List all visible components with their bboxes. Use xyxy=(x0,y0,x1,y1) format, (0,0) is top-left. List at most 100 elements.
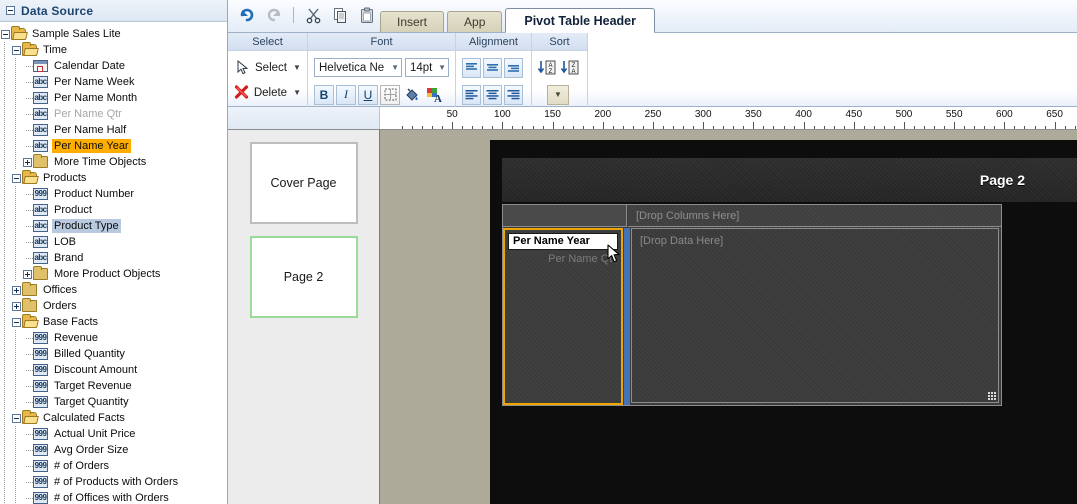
copy-icon[interactable] xyxy=(329,4,351,26)
tree-node[interactable]: LOB xyxy=(0,234,227,250)
align-left-icon[interactable] xyxy=(462,84,481,105)
tree-node[interactable]: Base Facts xyxy=(0,314,227,330)
tree-node[interactable]: Per Name Half xyxy=(0,122,227,138)
data-source-header[interactable]: Data Source xyxy=(0,0,227,22)
resize-grip[interactable] xyxy=(987,391,996,400)
tree-node[interactable]: Billed Quantity xyxy=(0,346,227,362)
tree-node[interactable]: # of Orders xyxy=(0,458,227,474)
tree-node[interactable]: Orders xyxy=(0,298,227,314)
tree-node[interactable]: Discount Amount xyxy=(0,362,227,378)
ruler-major-tick xyxy=(803,122,805,129)
tree-leader xyxy=(22,490,33,504)
collapse-box[interactable] xyxy=(1,29,10,39)
border-icon[interactable] xyxy=(380,84,400,105)
tree-node[interactable]: Per Name Week xyxy=(0,74,227,90)
undo-icon[interactable] xyxy=(236,4,258,26)
collapse-icon[interactable] xyxy=(11,170,22,186)
tree-node[interactable]: Calendar Date xyxy=(0,58,227,74)
align-bottom-icon[interactable] xyxy=(504,57,523,78)
chevron-down-icon[interactable]: ▼ xyxy=(293,63,301,72)
tree-node[interactable]: Product xyxy=(0,202,227,218)
collapse-icon[interactable] xyxy=(11,42,22,58)
tree-node[interactable]: Per Name Month xyxy=(0,90,227,106)
delete-button[interactable]: Delete ▼ xyxy=(234,80,301,105)
tree-node[interactable]: Product Number xyxy=(0,186,227,202)
sort-descending-icon[interactable]: Z A xyxy=(558,57,581,79)
chevron-down-icon[interactable]: ▼ xyxy=(391,63,399,72)
text-color-icon[interactable]: A xyxy=(424,85,444,105)
page-thumbnail[interactable]: Page 2 xyxy=(249,236,358,318)
italic-button[interactable]: I xyxy=(336,84,356,105)
align-top-icon[interactable] xyxy=(462,57,481,78)
collapse-box[interactable] xyxy=(12,45,21,55)
expand-box[interactable] xyxy=(12,301,21,311)
expand-box[interactable] xyxy=(12,285,21,295)
tree-node[interactable]: Target Revenue xyxy=(0,378,227,394)
expand-icon[interactable] xyxy=(11,282,22,298)
tree-node[interactable]: Target Quantity xyxy=(0,394,227,410)
ribbon-group-select: Select Select ▼ Delete ▼ xyxy=(228,33,308,107)
tree-node[interactable]: More Time Objects xyxy=(0,154,227,170)
ribbon-tab-app[interactable]: App xyxy=(447,11,503,33)
collapse-box[interactable] xyxy=(12,317,21,327)
tree-node[interactable]: Time xyxy=(0,42,227,58)
tree-node[interactable]: Products xyxy=(0,170,227,186)
row-field-selected[interactable]: Per Name Year xyxy=(508,233,618,250)
pivot-table[interactable]: [Drop Columns Here] Per Name Year Per Na… xyxy=(502,204,1002,406)
sort-more-button[interactable]: ▼ xyxy=(547,84,569,105)
ruler-major-tick xyxy=(904,122,905,129)
tree-node[interactable]: Per Name Year xyxy=(0,138,227,154)
font-family-select[interactable]: Helvetica Neue ▼ xyxy=(314,58,402,77)
ruler-label: 300 xyxy=(694,109,712,120)
tree-node[interactable]: Avg Order Size xyxy=(0,442,227,458)
expand-box[interactable] xyxy=(23,157,32,167)
drop-data-zone[interactable]: [Drop Data Here] xyxy=(631,228,999,403)
sort-ascending-icon[interactable]: A Z xyxy=(535,57,558,79)
expand-box[interactable] xyxy=(23,269,32,279)
tree-node[interactable]: More Product Objects xyxy=(0,266,227,282)
expand-icon[interactable] xyxy=(11,298,22,314)
align-center-icon[interactable] xyxy=(483,84,502,105)
ribbon-tab-insert[interactable]: Insert xyxy=(380,11,445,33)
align-middle-icon[interactable] xyxy=(483,57,502,78)
page-thumbnail[interactable]: Cover Page xyxy=(249,142,358,224)
collapse-icon[interactable] xyxy=(0,26,11,42)
align-right-icon[interactable] xyxy=(504,84,523,105)
design-canvas[interactable]: Page 2 [Drop Columns Here] Per Name Year… xyxy=(380,130,1077,504)
tree-node[interactable]: Offices xyxy=(0,282,227,298)
chevron-down-icon[interactable]: ▼ xyxy=(438,63,446,72)
report-page[interactable]: Page 2 [Drop Columns Here] Per Name Year… xyxy=(490,140,1077,504)
row-column-splitter[interactable] xyxy=(624,228,630,405)
fill-color-icon[interactable] xyxy=(402,85,422,105)
underline-button[interactable]: U xyxy=(358,84,378,105)
tree-node[interactable]: Brand xyxy=(0,250,227,266)
drop-columns-zone[interactable]: [Drop Columns Here] xyxy=(628,205,1001,227)
expand-icon[interactable] xyxy=(22,154,33,170)
chevron-down-icon[interactable]: ▼ xyxy=(293,88,301,97)
ruler-label: 350 xyxy=(745,109,762,120)
data-source-tree[interactable]: Sample Sales Lite Time Calendar Date Per Na… xyxy=(0,22,227,504)
select-button[interactable]: Select ▼ xyxy=(234,55,301,80)
font-size-select[interactable]: 14pt ▼ xyxy=(405,58,449,77)
drop-rows-zone[interactable]: Per Name Year Per Name Qtr xyxy=(503,228,623,405)
tree-guide xyxy=(11,362,22,378)
tree-node[interactable]: # of Offices with Orders xyxy=(0,490,227,504)
bold-button[interactable]: B xyxy=(314,84,334,105)
collapse-box[interactable] xyxy=(12,413,21,423)
paste-icon[interactable] xyxy=(356,4,378,26)
collapse-icon[interactable] xyxy=(11,314,22,330)
collapse-icon[interactable] xyxy=(6,6,15,15)
tree-node[interactable]: Product Type xyxy=(0,218,227,234)
tree-node[interactable]: Calculated Facts xyxy=(0,410,227,426)
tree-node[interactable]: Sample Sales Lite xyxy=(0,26,227,42)
tree-node[interactable]: Per Name Qtr xyxy=(0,106,227,122)
cut-icon[interactable] xyxy=(302,4,324,26)
tree-node[interactable]: Actual Unit Price xyxy=(0,426,227,442)
tree-node[interactable]: Revenue xyxy=(0,330,227,346)
tree-node[interactable]: # of Products with Orders xyxy=(0,474,227,490)
ribbon-tab-pivot-table-header[interactable]: Pivot Table Header xyxy=(505,8,655,33)
tree-leader xyxy=(22,458,33,474)
collapse-icon[interactable] xyxy=(11,410,22,426)
expand-icon[interactable] xyxy=(22,266,33,282)
collapse-box[interactable] xyxy=(12,173,21,183)
